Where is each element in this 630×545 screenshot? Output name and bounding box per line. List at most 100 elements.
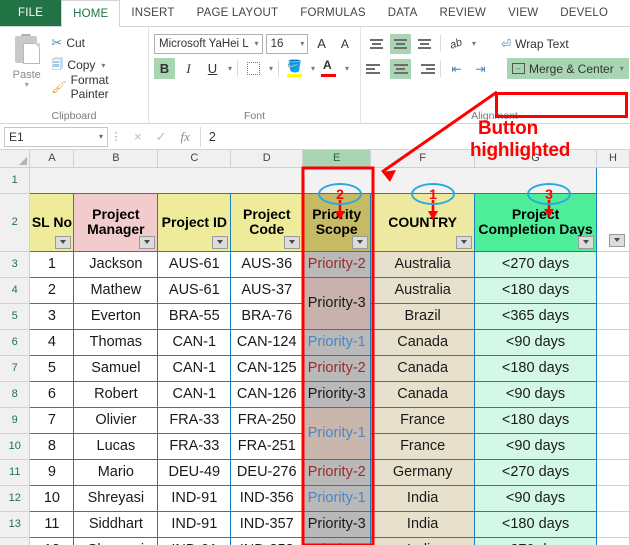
filter-dropdown-icon[interactable] xyxy=(55,235,72,249)
copy-dropdown-caret-icon[interactable]: ▾ xyxy=(101,61,105,70)
cell-h[interactable] xyxy=(596,250,630,278)
cell-code[interactable]: IND-358 xyxy=(230,536,304,545)
row-header-13[interactable]: 13 xyxy=(0,511,31,538)
tab-developer[interactable]: DEVELO xyxy=(549,0,619,26)
chevron-down-icon[interactable]: ▾ xyxy=(255,39,259,48)
increase-font-size-button[interactable]: A xyxy=(311,33,331,54)
fill-color-button[interactable]: 🪣 xyxy=(284,58,306,79)
borders-button[interactable] xyxy=(243,58,264,79)
font-size-combo[interactable]: 16 ▾ xyxy=(265,33,309,54)
tab-page-layout[interactable]: PAGE LAYOUT xyxy=(186,0,290,26)
font-name-combo[interactable]: Microsoft YaHei L ▾ xyxy=(154,33,263,54)
cell-code[interactable]: CAN-125 xyxy=(230,354,304,382)
cell-h[interactable] xyxy=(596,328,630,356)
cell-code[interactable]: CAN-126 xyxy=(230,380,304,408)
cell-days[interactable]: <365 days xyxy=(474,302,597,330)
align-bottom-button[interactable] xyxy=(414,34,435,54)
wrap-text-button[interactable]: ⏎ Wrap Text xyxy=(496,33,574,54)
cell-code[interactable]: FRA-251 xyxy=(230,432,304,460)
column-header-d[interactable]: D xyxy=(230,150,304,168)
merge-and-center-button[interactable]: ↔ Merge & Center ▾ xyxy=(507,58,629,79)
header-country[interactable]: COUNTRY xyxy=(370,192,476,252)
chevron-down-icon[interactable]: ▾ xyxy=(99,132,103,141)
cell-country[interactable]: France xyxy=(370,406,476,434)
formula-input[interactable]: 2 xyxy=(199,126,626,147)
cell-days[interactable]: <90 days xyxy=(474,432,597,460)
cell-code[interactable]: CAN-124 xyxy=(230,328,304,356)
cut-button[interactable]: ✂ Cut xyxy=(48,33,143,53)
cell-sl[interactable]: 10 xyxy=(29,484,75,512)
row-header-9[interactable]: 9 xyxy=(0,407,31,434)
row-header-3[interactable]: 3 xyxy=(0,251,31,278)
tab-home[interactable]: HOME xyxy=(61,0,121,27)
underline-dropdown-caret-icon[interactable]: ▾ xyxy=(228,64,232,73)
font-color-button[interactable]: A xyxy=(318,58,340,79)
insert-function-icon[interactable]: fx xyxy=(181,129,190,145)
cell-sl[interactable]: 7 xyxy=(29,406,75,434)
row-header-4[interactable]: 4 xyxy=(0,277,31,304)
cell-priority[interactable]: Priority-3 xyxy=(302,510,372,538)
cell-code[interactable]: FRA-250 xyxy=(230,406,304,434)
tab-data[interactable]: DATA xyxy=(377,0,429,26)
cell-code[interactable]: BRA-76 xyxy=(230,302,304,330)
cell-id[interactable]: DEU-49 xyxy=(157,458,232,486)
row-header-12[interactable]: 12 xyxy=(0,485,31,512)
cell-h2[interactable] xyxy=(596,192,630,252)
cell-priority-merged[interactable]: Priority-1 xyxy=(302,406,372,460)
decrease-font-size-button[interactable]: A xyxy=(335,33,355,54)
cell-h1[interactable] xyxy=(596,166,630,194)
filter-dropdown-icon[interactable] xyxy=(139,235,156,249)
cell-manager[interactable]: Lucas xyxy=(73,432,159,460)
cell-id[interactable]: BRA-55 xyxy=(157,302,232,330)
merge-dropdown-caret-icon[interactable]: ▾ xyxy=(620,64,624,73)
cell-country[interactable]: Canada xyxy=(370,328,476,356)
column-header-g[interactable]: G xyxy=(474,150,597,168)
cell-priority[interactable]: Priority-2 xyxy=(302,354,372,382)
column-header-e[interactable]: E xyxy=(302,150,372,168)
cell-sl[interactable]: 4 xyxy=(29,328,75,356)
cell-code[interactable]: DEU-276 xyxy=(230,458,304,486)
cell-sl[interactable]: 6 xyxy=(29,380,75,408)
format-painter-button[interactable]: 🖌 Format Painter xyxy=(48,73,143,101)
cell-days[interactable]: <180 days xyxy=(474,276,597,304)
column-header-c[interactable]: C xyxy=(157,150,232,168)
header-project-manager[interactable]: Project Manager xyxy=(73,192,159,252)
cell-days[interactable]: <270 days xyxy=(474,250,597,278)
column-header-f[interactable]: F xyxy=(370,150,476,168)
cell-id[interactable]: AUS-61 xyxy=(157,250,232,278)
cell-days[interactable]: <270 days xyxy=(474,536,597,545)
filter-dropdown-icon[interactable] xyxy=(456,235,473,249)
align-center-button[interactable] xyxy=(390,58,411,79)
row-header-14[interactable]: 14 xyxy=(0,537,31,545)
cell-h[interactable] xyxy=(596,276,630,304)
cell-h[interactable] xyxy=(596,302,630,330)
cell-id[interactable]: CAN-1 xyxy=(157,328,232,356)
cell-sl[interactable]: 12 xyxy=(29,536,75,545)
cell-manager[interactable]: Everton xyxy=(73,302,159,330)
header-priority-scope[interactable]: Priority Scope xyxy=(302,192,372,252)
paste-dropdown-caret-icon[interactable]: ▾ xyxy=(25,81,29,89)
cell-manager[interactable]: Siddhart xyxy=(73,510,159,538)
column-header-h[interactable]: H xyxy=(596,150,630,168)
filter-dropdown-icon[interactable] xyxy=(578,235,594,249)
select-all-corner[interactable] xyxy=(0,150,31,168)
cell-days[interactable]: <90 days xyxy=(474,380,597,408)
cell-days[interactable]: <270 days xyxy=(474,458,597,486)
cell-id[interactable]: AUS-61 xyxy=(157,276,232,304)
cell-sl[interactable]: 2 xyxy=(29,276,75,304)
cell-id[interactable]: IND-91 xyxy=(157,484,232,512)
filter-dropdown-icon[interactable] xyxy=(352,235,369,249)
cell-country[interactable]: Australia xyxy=(370,276,476,304)
align-right-button[interactable] xyxy=(414,59,435,79)
orientation-dropdown-caret-icon[interactable]: ▾ xyxy=(472,39,476,48)
enter-icon[interactable]: ✓ xyxy=(156,129,167,145)
cell-h[interactable] xyxy=(596,510,630,538)
fill-color-dropdown-caret-icon[interactable]: ▾ xyxy=(311,64,315,73)
header-project-completion-days[interactable]: Project Completion Days xyxy=(474,192,597,252)
cell-h[interactable] xyxy=(596,432,630,460)
cell-days[interactable]: <90 days xyxy=(474,484,597,512)
cell-country[interactable]: France xyxy=(370,432,476,460)
cell-sl[interactable]: 5 xyxy=(29,354,75,382)
cell-days[interactable]: <180 days xyxy=(474,354,597,382)
cell-h[interactable] xyxy=(596,380,630,408)
